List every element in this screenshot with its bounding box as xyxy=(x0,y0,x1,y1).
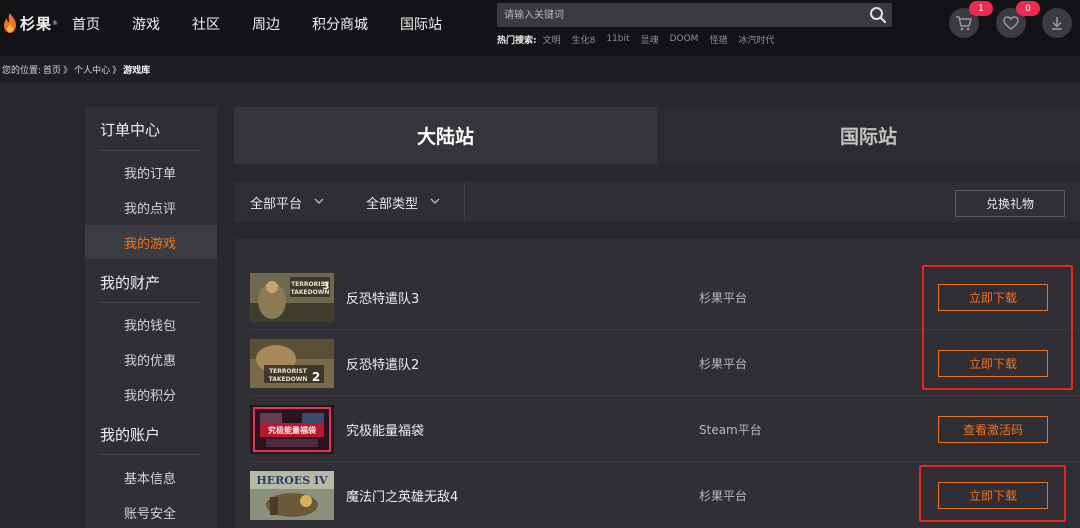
game-cover-art: TERRORIST TAKEDOWN 2 xyxy=(250,339,334,388)
nav-games[interactable]: 游戏 xyxy=(132,14,160,34)
top-bar: 杉果 ® 首页 游戏 社区 周边 积分商城 国际站 热门搜索: 文明 生化8 1… xyxy=(0,0,1080,56)
game-title[interactable]: 反恐特遣队3 xyxy=(346,264,419,330)
game-title[interactable]: 究极能量福袋 xyxy=(346,396,424,462)
hot-search-label: 热门搜索: xyxy=(497,35,537,46)
hot-search-item[interactable]: 显魂 xyxy=(641,33,659,46)
logo-registered-mark: ® xyxy=(52,19,59,27)
search-box xyxy=(497,3,892,28)
game-title[interactable]: 反恐特遣队2 xyxy=(346,330,419,396)
breadcrumb-separator: 》 xyxy=(112,65,122,76)
highlight-annotation-box xyxy=(922,265,1073,390)
svg-text:究极能量福袋: 究极能量福袋 xyxy=(268,425,317,435)
filter-divider xyxy=(464,182,465,222)
svg-text:2: 2 xyxy=(312,370,320,384)
view-activation-code-button[interactable]: 查看激活码 xyxy=(938,416,1048,443)
type-filter-label: 全部类型 xyxy=(366,196,419,212)
wishlist-button[interactable]: 0 xyxy=(996,1,1040,38)
game-row: 究极能量福袋 究极能量福袋 Steam平台 查看激活码 xyxy=(234,396,1080,462)
game-cover-image[interactable]: TERRORIST TAKEDOWN 2 xyxy=(250,339,334,388)
svg-text:TERRORIST: TERRORIST xyxy=(269,368,308,375)
sidebar-item-points[interactable]: 我的积分 xyxy=(85,377,217,411)
cart-icon xyxy=(956,16,972,31)
hot-search-item[interactable]: 怪猎 xyxy=(709,33,727,46)
tab-mainland[interactable]: 大陆站 xyxy=(234,107,657,164)
platform-filter-label: 全部平台 xyxy=(250,196,303,212)
heart-icon xyxy=(1003,16,1019,30)
hot-search-item[interactable]: DOOM xyxy=(670,34,699,44)
breadcrumb-home[interactable]: 首页 xyxy=(43,63,61,76)
search-input[interactable] xyxy=(497,3,857,28)
game-cover-image[interactable]: TERRORIST TAKEDOWN 3 xyxy=(250,273,334,322)
chevron-down-icon xyxy=(430,198,440,204)
sidebar-item-my-orders[interactable]: 我的订单 xyxy=(85,155,217,189)
game-cover-image[interactable]: HEROES IV xyxy=(250,471,334,520)
chevron-down-icon xyxy=(314,198,324,204)
filter-bar: 全部平台 全部类型 兑换礼物 xyxy=(234,182,1080,222)
sidebar-item-my-reviews[interactable]: 我的点评 xyxy=(85,190,217,224)
hot-search-item[interactable]: 11bit xyxy=(606,34,629,44)
game-cover-art: TERRORIST TAKEDOWN 3 xyxy=(250,273,334,322)
nav-merch[interactable]: 周边 xyxy=(252,14,280,34)
game-cover-image[interactable]: 究极能量福袋 xyxy=(250,405,334,454)
site-logo[interactable]: 杉果 ® xyxy=(0,10,58,36)
search-icon[interactable] xyxy=(868,5,888,25)
cart-button[interactable]: 1 xyxy=(949,1,993,38)
game-platform: 杉果平台 xyxy=(699,488,748,503)
svg-text:3: 3 xyxy=(323,281,330,292)
sidebar-item-wallet[interactable]: 我的钱包 xyxy=(85,307,217,341)
download-icon xyxy=(1052,17,1062,30)
game-platform: Steam平台 xyxy=(699,422,762,437)
logo-text: 杉果 xyxy=(20,14,53,33)
nav-home[interactable]: 首页 xyxy=(72,14,100,34)
region-tabs: 大陆站 国际站 xyxy=(234,107,1080,164)
hot-search-item[interactable]: 文明 xyxy=(543,33,561,46)
nav-international[interactable]: 国际站 xyxy=(400,14,442,34)
nav-community[interactable]: 社区 xyxy=(192,14,220,34)
hot-search-item[interactable]: 冰汽时代 xyxy=(738,33,774,46)
platform-filter-dropdown[interactable]: 全部平台 xyxy=(234,182,349,222)
game-platform: 杉果平台 xyxy=(699,290,748,305)
sidebar-item-coupons[interactable]: 我的优惠 xyxy=(85,342,217,376)
type-filter-dropdown[interactable]: 全部类型 xyxy=(349,182,464,222)
account-sidebar: 订单中心 我的订单 我的点评 我的游戏 我的财产 我的钱包 我的优惠 我的积分 … xyxy=(85,107,217,528)
sidebar-section-assets: 我的财产 xyxy=(100,274,161,292)
breadcrumb-prefix: 您的位置: xyxy=(2,65,42,76)
game-platform: 杉果平台 xyxy=(699,356,748,371)
sidebar-item-my-games[interactable]: 我的游戏 xyxy=(85,225,217,259)
sidebar-section-account: 我的账户 xyxy=(100,426,161,444)
breadcrumb-user-center[interactable]: 个人中心 xyxy=(74,63,110,76)
redeem-gift-button[interactable]: 兑换礼物 xyxy=(955,190,1065,217)
hot-searches: 热门搜索: 文明 生化8 11bit 显魂 DOOM 怪猎 冰汽时代 xyxy=(497,32,785,46)
download-button[interactable] xyxy=(1042,8,1072,38)
nav-points-mall[interactable]: 积分商城 xyxy=(312,14,368,34)
svg-text:HEROES IV: HEROES IV xyxy=(256,474,328,487)
breadcrumb-separator: 》 xyxy=(63,65,73,76)
highlight-annotation-box xyxy=(919,465,1066,522)
section-divider xyxy=(100,302,200,303)
tab-international[interactable]: 国际站 xyxy=(657,107,1080,164)
logo-flame-icon xyxy=(4,13,16,33)
cart-count-badge: 1 xyxy=(969,1,993,16)
breadcrumb: 您的位置: 首页 》 个人中心 》 游戏库 xyxy=(0,56,1080,82)
svg-text:TAKEDOWN: TAKEDOWN xyxy=(269,376,308,383)
main-nav: 首页 游戏 社区 周边 积分商城 国际站 xyxy=(72,0,474,48)
sidebar-item-basic-info[interactable]: 基本信息 xyxy=(85,460,217,494)
wishlist-count-badge: 0 xyxy=(1016,1,1040,16)
game-cover-art: 究极能量福袋 xyxy=(250,405,334,454)
breadcrumb-current: 游戏库 xyxy=(123,65,151,76)
sidebar-section-orders: 订单中心 xyxy=(100,121,161,139)
sidebar-item-account-security[interactable]: 账号安全 xyxy=(85,495,217,528)
section-divider xyxy=(100,150,200,151)
hot-search-item[interactable]: 生化8 xyxy=(572,33,596,46)
section-divider xyxy=(100,454,200,455)
game-title[interactable]: 魔法门之英雄无敌4 xyxy=(346,462,458,528)
game-cover-art: HEROES IV xyxy=(250,471,334,520)
